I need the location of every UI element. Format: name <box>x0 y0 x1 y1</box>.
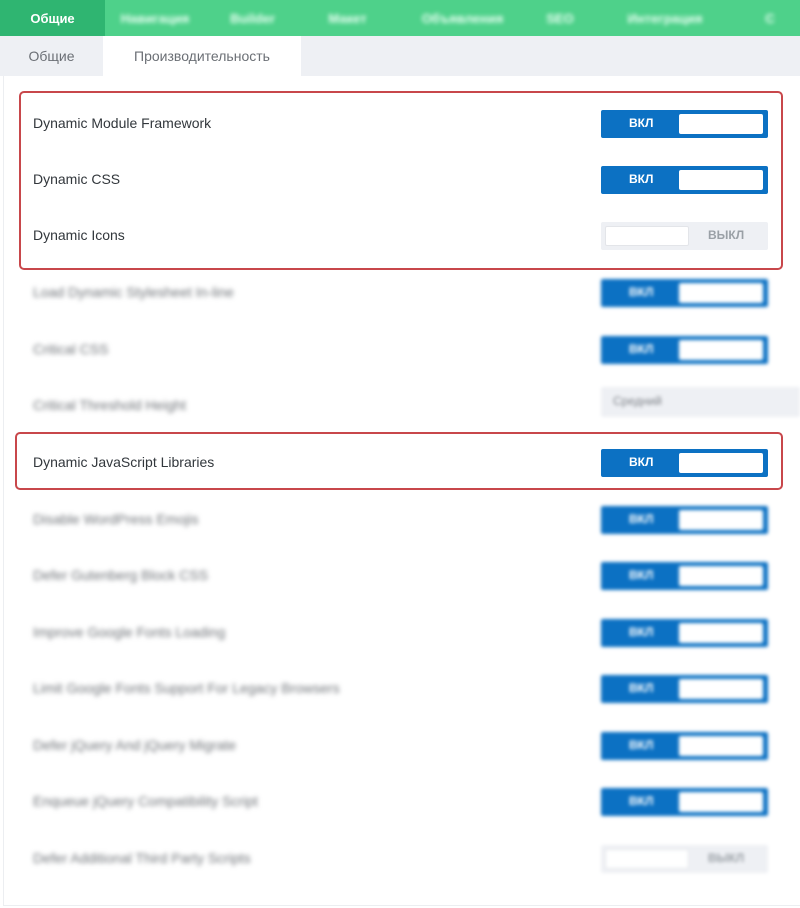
setting-row: Defer jQuery And jQuery Migrate ВКЛ <box>0 723 800 767</box>
toggle-knob <box>679 623 763 643</box>
setting-toggle[interactable]: ВКЛ <box>601 788 768 816</box>
toggle-knob <box>679 510 763 530</box>
setting-row: Disable WordPress Emojis ВКЛ <box>0 497 800 541</box>
toggle-state-label: ВКЛ <box>629 285 654 299</box>
setting-row: Defer Gutenberg Block CSS ВКЛ <box>0 553 800 597</box>
setting-toggle[interactable]: ВКЛ <box>601 110 768 138</box>
toggle-state-label: ВКЛ <box>629 455 654 469</box>
setting-label: Critical Threshold Height <box>33 397 187 413</box>
setting-label: Dynamic Icons <box>33 227 125 243</box>
setting-label: Dynamic Module Framework <box>33 115 212 131</box>
setting-toggle[interactable]: ВКЛ <box>601 732 768 760</box>
toggle-state-label: ВКЛ <box>629 172 654 186</box>
threshold-select[interactable]: Средний <box>601 387 800 417</box>
select-value: Средний <box>613 394 662 408</box>
setting-toggle[interactable]: ВЫКЛ <box>601 845 768 873</box>
toggle-state-label: ВКЛ <box>629 625 654 639</box>
subtab-general[interactable]: Общие <box>0 36 103 76</box>
setting-toggle[interactable]: ВКЛ <box>601 562 768 590</box>
tab-overflow[interactable]: С <box>740 0 800 36</box>
subtab-performance[interactable]: Производительность <box>103 36 301 76</box>
tab-layout[interactable]: Макет <box>300 0 395 36</box>
setting-label: Defer Gutenberg Block CSS <box>33 567 209 583</box>
tab-seo[interactable]: SEO <box>530 0 590 36</box>
setting-row: Limit Google Fonts Support For Legacy Br… <box>0 666 800 710</box>
setting-row: Critical Threshold Height Средний <box>0 383 800 427</box>
toggle-state-label: ВКЛ <box>629 568 654 582</box>
tab-general[interactable]: Общие <box>0 0 105 36</box>
setting-label: Defer Additional Third Party Scripts <box>33 850 251 866</box>
toggle-knob <box>679 566 763 586</box>
setting-row: Improve Google Fonts Loading ВКЛ <box>0 610 800 654</box>
toggle-state-label: ВЫКЛ <box>708 228 745 242</box>
tab-ads[interactable]: Объявления <box>395 0 530 36</box>
toggle-knob <box>679 679 763 699</box>
setting-toggle[interactable]: ВКЛ <box>601 449 768 477</box>
setting-toggle[interactable]: ВКЛ <box>601 675 768 703</box>
setting-toggle[interactable]: ВЫКЛ <box>601 222 768 250</box>
toggle-state-label: ВКЛ <box>629 738 654 752</box>
tab-navigation[interactable]: Навигация <box>105 0 205 36</box>
setting-toggle[interactable]: ВКЛ <box>601 336 768 364</box>
setting-toggle[interactable]: ВКЛ <box>601 506 768 534</box>
tab-builder[interactable]: Builder <box>205 0 300 36</box>
toggle-knob <box>679 283 763 303</box>
toggle-state-label: ВКЛ <box>629 512 654 526</box>
toggle-knob <box>679 736 763 756</box>
tab-integration[interactable]: Интеграция <box>590 0 740 36</box>
setting-row: Load Dynamic Stylesheet In-line ВКЛ <box>0 270 800 314</box>
toggle-knob <box>679 792 763 812</box>
toggle-state-label: ВЫКЛ <box>708 851 745 865</box>
setting-row: Critical CSS ВКЛ <box>0 327 800 371</box>
toggle-knob <box>605 849 689 869</box>
setting-label: Disable WordPress Emojis <box>33 511 199 527</box>
setting-toggle[interactable]: ВКЛ <box>601 279 768 307</box>
setting-label: Improve Google Fonts Loading <box>33 624 226 640</box>
setting-row: Dynamic Icons ВЫКЛ <box>0 213 800 257</box>
setting-label: Critical CSS <box>33 341 109 357</box>
toggle-state-label: ВКЛ <box>629 794 654 808</box>
setting-label: Defer jQuery And jQuery Migrate <box>33 737 237 753</box>
setting-row: Dynamic JavaScript Libraries ВКЛ <box>0 440 800 484</box>
toggle-state-label: ВКЛ <box>629 116 654 130</box>
setting-toggle[interactable]: ВКЛ <box>601 166 768 194</box>
setting-row: Dynamic Module Framework ВКЛ <box>0 101 800 145</box>
setting-row: Enqueue jQuery Compatibility Script ВКЛ <box>0 779 800 823</box>
toggle-knob <box>605 226 689 246</box>
toggle-state-label: ВКЛ <box>629 342 654 356</box>
toggle-knob <box>679 170 763 190</box>
setting-label: Limit Google Fonts Support For Legacy Br… <box>33 680 340 696</box>
setting-label: Dynamic JavaScript Libraries <box>33 454 215 470</box>
sub-tab-bar: Общие Производительность <box>0 36 800 76</box>
setting-label: Enqueue jQuery Compatibility Script <box>33 793 258 809</box>
setting-toggle[interactable]: ВКЛ <box>601 619 768 647</box>
setting-label: Dynamic CSS <box>33 171 121 187</box>
toggle-knob <box>679 114 763 134</box>
toggle-knob <box>679 340 763 360</box>
setting-row: Dynamic CSS ВКЛ <box>0 157 800 201</box>
setting-label: Load Dynamic Stylesheet In-line <box>33 284 234 300</box>
toggle-knob <box>679 453 763 473</box>
setting-row: Defer Additional Third Party Scripts ВЫКЛ <box>0 836 800 880</box>
top-tab-bar: Общие Навигация Builder Макет Объявления… <box>0 0 800 36</box>
toggle-state-label: ВКЛ <box>629 681 654 695</box>
